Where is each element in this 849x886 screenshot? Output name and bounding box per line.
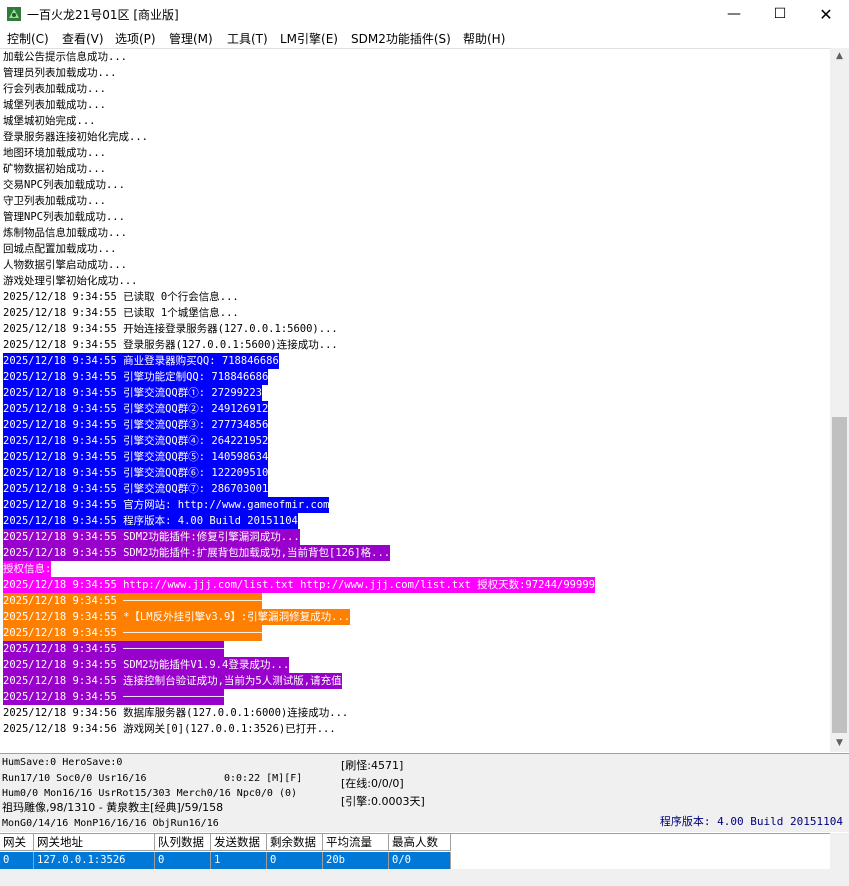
scroll-down-icon[interactable]: ▼ bbox=[830, 735, 849, 752]
log-line: 城堡列表加载成功... bbox=[3, 99, 106, 111]
log-line: 游戏处理引擎初始化成功... bbox=[3, 275, 138, 287]
log-line: 行会列表加载成功... bbox=[3, 83, 106, 95]
cell-avg-traffic: 20b bbox=[323, 852, 389, 869]
app-icon bbox=[7, 7, 21, 21]
log-scrollbar[interactable]: ▲ ▼ bbox=[830, 48, 849, 752]
cell-remaining: 0 bbox=[267, 852, 323, 869]
menu-help[interactable]: 帮助(H) bbox=[463, 30, 505, 47]
log-line: 2025/12/18 9:34:55 http://www.jjj.com/li… bbox=[3, 577, 595, 593]
log-line: 地图环境加载成功... bbox=[3, 147, 106, 159]
hum-save-status: HumSave:0 HeroSave:0 bbox=[2, 757, 123, 768]
run-status: Run17/10 Soc0/0 Usr16/16 bbox=[2, 773, 147, 784]
log-line: 2025/12/18 9:34:55 引擎功能定制QQ: 718846686 bbox=[3, 369, 269, 385]
log-line: 2025/12/18 9:34:55 SDM2功能插件:扩展背包加载成功,当前背… bbox=[3, 545, 391, 561]
server-log[interactable]: 加载公告提示信息成功... 管理员列表加载成功... 行会列表加载成功... 城堡列表… bbox=[0, 48, 830, 752]
menu-bar: 控制(C) 查看(V) 选项(P) 管理(M) 工具(T) LM引擎(E) SD… bbox=[0, 29, 849, 48]
status-panel: HumSave:0 HeroSave:0 Run17/10 Soc0/0 Usr… bbox=[0, 753, 849, 832]
log-line: 2025/12/18 9:34:55 登录服务器(127.0.0.1:5600)… bbox=[3, 339, 338, 351]
log-line: 2025/12/18 9:34:55 引擎交流QQ群⑥: 122209510 bbox=[3, 465, 269, 481]
menu-view[interactable]: 查看(V) bbox=[62, 30, 104, 47]
log-line: 2025/12/18 9:34:55 ──────────────── bbox=[3, 689, 225, 705]
log-line: 2025/12/18 9:34:55 商业登录器购买QQ: 718846686 bbox=[3, 353, 279, 369]
log-line: 管理员列表加载成功... bbox=[3, 67, 117, 79]
refresh-monster-count: [刷怪:4571] bbox=[341, 759, 404, 772]
log-line: 2025/12/18 9:34:55 程序版本: 4.00 Build 2015… bbox=[3, 513, 298, 529]
version-label: 程序版本: 4.00 Build 20151104 bbox=[659, 815, 843, 828]
log-line: 交易NPC列表加载成功... bbox=[3, 179, 125, 191]
cell-gateway: 0 bbox=[0, 852, 34, 869]
maximize-button[interactable]: ☐ bbox=[757, 0, 803, 29]
menu-lm-engine[interactable]: LM引擎(E) bbox=[280, 30, 338, 47]
log-line: 加载公告提示信息成功... bbox=[3, 51, 127, 63]
log-line: 2025/12/18 9:34:55 引擎交流QQ群③: 277734856 bbox=[3, 417, 269, 433]
cell-queue: 0 bbox=[155, 852, 211, 869]
cell-address: 127.0.0.1:3526 bbox=[34, 852, 155, 869]
log-line: 2025/12/18 9:34:55 已读取 1个城堡信息... bbox=[3, 307, 239, 319]
log-line: 2025/12/18 9:34:55 引擎交流QQ群②: 249126912 bbox=[3, 401, 269, 417]
title-bar[interactable]: 一百火龙21号01区 [商业版] — ☐ ✕ bbox=[0, 0, 849, 29]
column-header-avg-traffic[interactable]: 平均流量 bbox=[323, 834, 389, 851]
menu-tools[interactable]: 工具(T) bbox=[227, 30, 268, 47]
log-line: 2025/12/18 9:34:55 开始连接登录服务器(127.0.0.1:5… bbox=[3, 323, 338, 335]
window-title: 一百火龙21号01区 [商业版] bbox=[27, 8, 179, 22]
scroll-thumb[interactable] bbox=[832, 417, 847, 733]
column-header-remaining[interactable]: 剩余数据 bbox=[267, 834, 323, 851]
hum-status: Hum0/0 Mon16/16 UsrRot15/303 Merch0/16 N… bbox=[2, 788, 298, 799]
log-line: 2025/12/18 9:34:55 ──────────────── bbox=[3, 641, 225, 657]
cell-sent: 1 bbox=[211, 852, 267, 869]
log-line: 人物数据引擎启动成功... bbox=[3, 259, 127, 271]
log-line: 授权信息: bbox=[3, 561, 52, 577]
log-line: 矿物数据初始成功... bbox=[3, 163, 106, 175]
log-line: 2025/12/18 9:34:55 引擎交流QQ群⑤: 140598634 bbox=[3, 449, 269, 465]
log-line: 登录服务器连接初始化完成... bbox=[3, 131, 148, 143]
log-line: 守卫列表加载成功... bbox=[3, 195, 106, 207]
column-header-address[interactable]: 网关地址 bbox=[34, 834, 155, 851]
log-line: 2025/12/18 9:34:55 ─────────────────────… bbox=[3, 593, 263, 609]
log-line: 2025/12/18 9:34:55 ─────────────────────… bbox=[3, 625, 263, 641]
log-line: 2025/12/18 9:34:55 SDM2功能插件:修复引擎漏洞成功... bbox=[3, 529, 300, 545]
uptime-timer: 0:0:22 [M][F] bbox=[224, 773, 303, 784]
log-line: 回城点配置加载成功... bbox=[3, 243, 117, 255]
log-line: 城堡城初始完成... bbox=[3, 115, 96, 127]
log-line: 2025/12/18 9:34:55 官方网站: http://www.game… bbox=[3, 497, 330, 513]
log-line: 2025/12/18 9:34:55 SDM2功能插件V1.9.4登录成功... bbox=[3, 657, 290, 673]
map-status: 祖玛雕像,98/1310 - 黄泉教主[经典]/59/158 bbox=[2, 801, 224, 814]
online-count: [在线:0/0/0] bbox=[341, 777, 404, 790]
log-line: 2025/12/18 9:34:55 引擎交流QQ群④: 264221952 bbox=[3, 433, 269, 449]
log-line: 管理NPC列表加载成功... bbox=[3, 211, 125, 223]
minimize-button[interactable]: — bbox=[711, 0, 757, 29]
engine-days: [引擎:0.0003天] bbox=[341, 795, 425, 808]
close-button[interactable]: ✕ bbox=[803, 0, 849, 29]
menu-sdm2-plugin[interactable]: SDM2功能插件(S) bbox=[351, 30, 451, 47]
log-line: 2025/12/18 9:34:55 连接控制台验证成功,当前为5人测试版,请充… bbox=[3, 673, 342, 689]
scroll-up-icon[interactable]: ▲ bbox=[830, 48, 849, 65]
gateway-table-hscroll[interactable] bbox=[0, 869, 830, 886]
log-line: 2025/12/18 9:34:55 引擎交流QQ群⑦: 286703001 bbox=[3, 481, 269, 497]
column-header-queue[interactable]: 队列数据 bbox=[155, 834, 211, 851]
column-header-sent[interactable]: 发送数据 bbox=[211, 834, 267, 851]
log-line: 2025/12/18 9:34:56 游戏网关[0](127.0.0.1:352… bbox=[3, 723, 336, 735]
mon-status: MonG0/14/16 MonP16/16/16 ObjRun16/16 bbox=[2, 818, 219, 829]
menu-manage[interactable]: 管理(M) bbox=[169, 30, 213, 47]
column-header-max-users[interactable]: 最高人数 bbox=[389, 834, 451, 851]
log-line: 2025/12/18 9:34:56 数据库服务器(127.0.0.1:6000… bbox=[3, 707, 349, 719]
log-line: 2025/12/18 9:34:55 *【LM反外挂引擎v3.9】:引擎漏洞修复… bbox=[3, 609, 351, 625]
log-line: 炼制物品信息加载成功... bbox=[3, 227, 127, 239]
gateway-table-vscroll[interactable] bbox=[830, 833, 849, 886]
cell-max-users: 0/0 bbox=[389, 852, 451, 869]
column-header-gateway[interactable]: 网关 bbox=[0, 834, 34, 851]
menu-options[interactable]: 选项(P) bbox=[115, 30, 156, 47]
log-line: 2025/12/18 9:34:55 已读取 0个行会信息... bbox=[3, 291, 239, 303]
log-line: 2025/12/18 9:34:55 引擎交流QQ群①: 27299223 bbox=[3, 385, 262, 401]
menu-control[interactable]: 控制(C) bbox=[7, 30, 49, 47]
